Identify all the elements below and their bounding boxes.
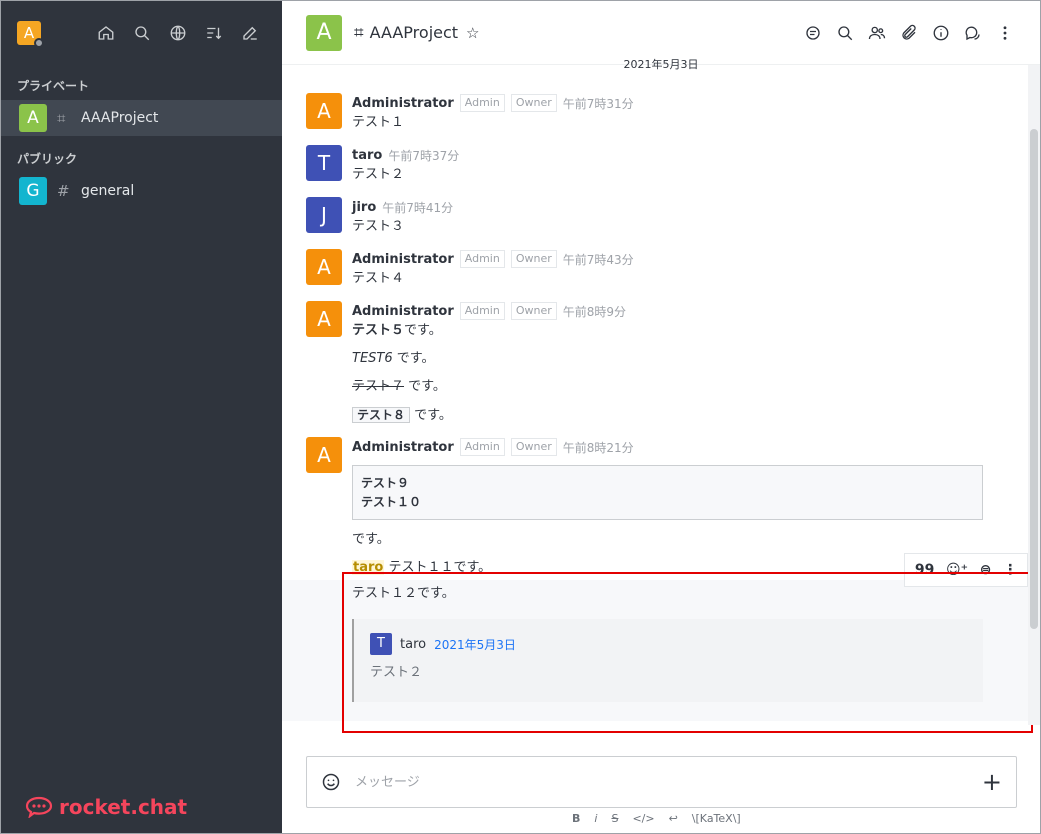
katex-button[interactable]: \[KaTeX\] — [692, 812, 741, 825]
message-text: テスト４ — [352, 271, 405, 286]
home-icon[interactable] — [94, 21, 118, 45]
username[interactable]: Administrator — [352, 252, 454, 267]
message[interactable]: A Administrator Admin Owner 午前7時31分 テスト１ — [282, 93, 1040, 133]
italic-button[interactable]: i — [594, 812, 597, 825]
room-avatar: A — [306, 14, 342, 51]
rocketchat-logo: rocket.chat — [25, 795, 187, 819]
section-title-public: パブリック — [17, 152, 78, 166]
multiline-button[interactable]: ↩ — [669, 812, 678, 825]
message[interactable]: A Administrator Admin Owner 午前7時43分 テスト４ — [282, 249, 1040, 289]
avatar[interactable]: A — [306, 437, 342, 473]
avatar[interactable]: T — [306, 145, 342, 181]
message-input[interactable] — [355, 774, 982, 790]
inline-code: テスト８ — [352, 407, 411, 423]
private-channel-icon: ⌗ — [57, 109, 66, 127]
rocket-logo-icon — [25, 796, 53, 818]
message-text-italic: TEST6 です。 — [352, 351, 435, 366]
plus-icon[interactable]: + — [982, 768, 1002, 796]
search-icon[interactable] — [130, 21, 154, 45]
username[interactable]: jiro — [352, 200, 376, 215]
message-text-bold: テスト５です。 — [352, 323, 442, 338]
directory-globe-icon[interactable] — [166, 21, 190, 45]
scroll-thumb[interactable] — [1030, 129, 1038, 629]
sort-icon[interactable] — [202, 21, 226, 45]
avatar[interactable]: A — [306, 249, 342, 285]
highlight-annotation-box — [342, 572, 1033, 733]
timestamp: 午前8時9分 — [562, 304, 627, 319]
strike-button[interactable]: S — [611, 812, 618, 825]
message-composer: + — [306, 756, 1017, 808]
sidebar: A プライベート A ⌗ AAAProject パブリック G # genera… — [1, 1, 282, 833]
channel-hash-icon: # — [57, 182, 70, 200]
message[interactable]: J jiro 午前7時41分 テスト３ — [282, 197, 1040, 237]
room-avatar: A — [19, 104, 47, 132]
section-title-private: プライベート — [17, 79, 90, 93]
sidebar-item-label: general — [81, 183, 135, 199]
discussion-icon[interactable] — [962, 22, 984, 44]
avatar[interactable]: A — [306, 93, 342, 129]
format-toolbar: B i S </> ↩ \[KaTeX\] — [572, 812, 741, 825]
main-panel: A ⌗ AAAProject ☆ 2021年5月3日 A Administrat… — [282, 1, 1040, 833]
info-icon[interactable] — [930, 22, 952, 44]
avatar[interactable]: J — [306, 197, 342, 233]
message-text: テスト３ — [352, 219, 405, 234]
role-badge: Admin — [459, 302, 505, 320]
message-text: テスト１ — [352, 115, 405, 130]
code-block: テスト９ テスト１０ — [352, 465, 983, 520]
timestamp: 午前7時41分 — [382, 200, 454, 215]
favorite-star-icon[interactable]: ☆ — [466, 24, 479, 42]
sidebar-item-label: AAAProject — [81, 110, 159, 126]
role-badge: Owner — [510, 438, 557, 456]
timestamp: 午前7時43分 — [562, 252, 634, 267]
user-avatar[interactable]: A — [17, 21, 44, 48]
message-text-code: テスト８ です。 — [352, 405, 980, 426]
room-avatar: G — [19, 177, 47, 205]
message[interactable]: A Administrator Admin Owner 午前8時9分 テスト５で… — [282, 301, 1040, 426]
username[interactable]: taro — [352, 148, 382, 163]
sidebar-header: A — [1, 1, 282, 65]
create-new-icon[interactable] — [238, 21, 262, 45]
username[interactable]: Administrator — [352, 96, 454, 111]
message-list: 2021年5月3日 A Administrator Admin Owner 午前… — [282, 57, 1040, 733]
sidebar-item-general[interactable]: G # general — [1, 173, 282, 209]
sidebar-item-aaaproject[interactable]: A ⌗ AAAProject — [1, 100, 282, 136]
username[interactable]: Administrator — [352, 440, 454, 455]
message[interactable]: T taro 午前7時37分 テスト２ — [282, 145, 1040, 185]
date-divider: 2021年5月3日 — [623, 58, 699, 71]
kebab-menu-icon[interactable] — [994, 22, 1016, 44]
status-indicator — [34, 38, 44, 48]
message-text-strike: テスト７ です。 — [352, 379, 446, 394]
role-badge: Owner — [510, 250, 557, 268]
members-icon[interactable] — [866, 22, 888, 44]
role-badge: Owner — [510, 302, 557, 320]
username[interactable]: Administrator — [352, 304, 454, 319]
message-text: テスト２ — [352, 167, 405, 182]
role-badge: Owner — [510, 94, 557, 112]
role-badge: Admin — [459, 94, 505, 112]
role-badge: Admin — [459, 438, 505, 456]
scrollbar[interactable] — [1028, 65, 1040, 725]
avatar[interactable]: A — [306, 301, 342, 337]
timestamp: 午前8時21分 — [562, 440, 634, 455]
timestamp: 午前7時31分 — [562, 96, 634, 111]
attachment-clip-icon[interactable] — [898, 22, 920, 44]
threads-icon[interactable] — [802, 22, 824, 44]
room-header: A ⌗ AAAProject ☆ — [282, 1, 1040, 65]
search-icon[interactable] — [834, 22, 856, 44]
code-button[interactable]: </> — [632, 812, 654, 825]
bold-button[interactable]: B — [572, 812, 580, 825]
private-channel-icon: ⌗ — [354, 22, 364, 43]
room-title: AAAProject — [369, 23, 459, 42]
timestamp: 午前7時37分 — [388, 148, 460, 163]
role-badge: Admin — [459, 250, 505, 268]
emoji-icon[interactable] — [321, 772, 341, 792]
message-text: です。 — [352, 532, 390, 547]
